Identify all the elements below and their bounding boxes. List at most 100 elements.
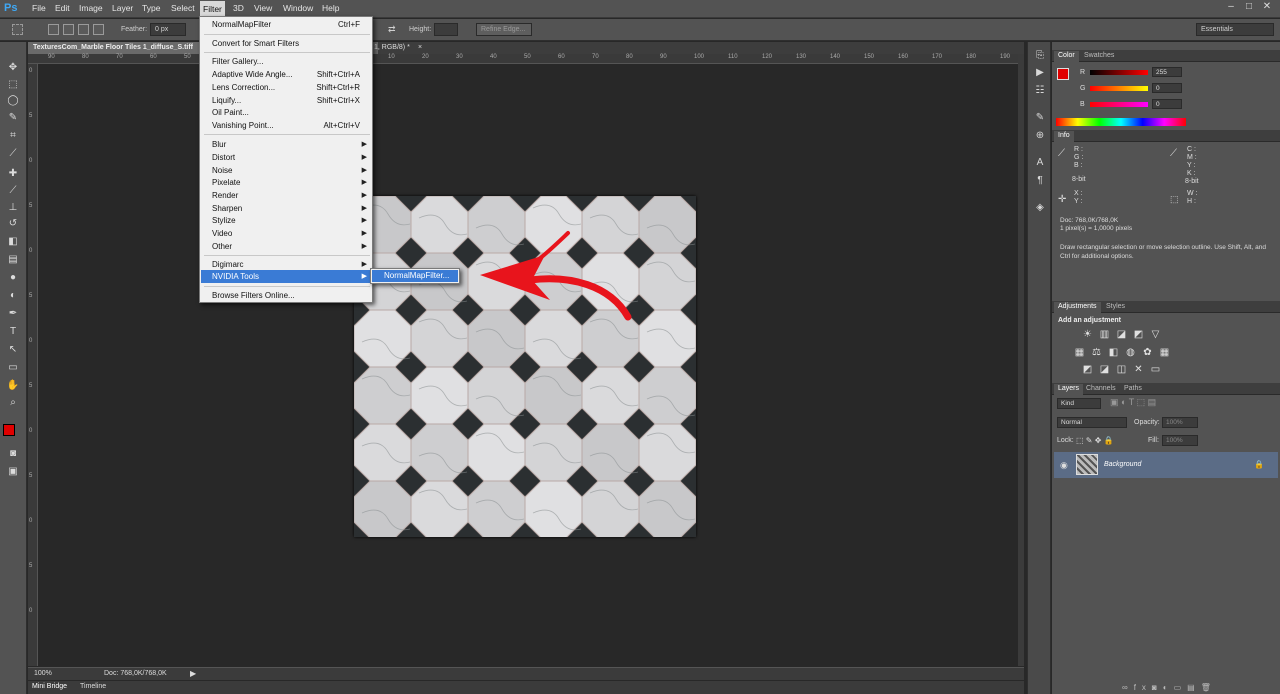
stamp-tool-icon[interactable]: ⊥: [6, 202, 20, 214]
add-selection-icon[interactable]: [63, 24, 74, 35]
levels-icon[interactable]: ▥: [1099, 329, 1110, 340]
tab-layers[interactable]: Layers: [1054, 384, 1084, 395]
eyedropper-tool-icon[interactable]: ⟋: [6, 148, 20, 160]
zoom-level[interactable]: 100%: [34, 670, 52, 677]
menu-file[interactable]: File: [32, 3, 46, 13]
menu-distort[interactable]: Distort: [212, 153, 235, 162]
opacity-input[interactable]: 100%: [1162, 417, 1198, 428]
menu-3d[interactable]: 3D: [233, 3, 244, 13]
healing-tool-icon[interactable]: ✚: [6, 168, 20, 180]
selective-color-icon[interactable]: ✕: [1133, 364, 1144, 375]
color-fg-swatch[interactable]: [1057, 68, 1069, 80]
marquee-tool-preset-icon[interactable]: [12, 24, 23, 35]
channel-r-slider[interactable]: [1090, 70, 1148, 75]
menu-help[interactable]: Help: [322, 3, 339, 13]
lock-icons[interactable]: ⬚ ✎ ✥ 🔒: [1076, 436, 1114, 445]
quick-mask-icon[interactable]: ◙: [6, 448, 20, 460]
menu-filter-gallery[interactable]: Filter Gallery...: [212, 57, 263, 66]
tab-styles[interactable]: Styles: [1102, 302, 1129, 313]
gradient-map-icon[interactable]: ▭: [1150, 364, 1161, 375]
tab-channels[interactable]: Channels: [1082, 384, 1120, 395]
fill-input[interactable]: 100%: [1162, 435, 1198, 446]
menu-convert-smart-filters[interactable]: Convert for Smart Filters: [212, 39, 299, 48]
menu-noise[interactable]: Noise: [212, 166, 232, 175]
brightness-contrast-icon[interactable]: ☀: [1082, 329, 1093, 340]
gradient-tool-icon[interactable]: ▤: [6, 254, 20, 266]
black-white-icon[interactable]: ◧: [1108, 347, 1119, 358]
posterize-icon[interactable]: ◪: [1099, 364, 1110, 375]
clone-source-icon[interactable]: ⊕: [1033, 130, 1047, 142]
tab-mini-bridge[interactable]: Mini Bridge: [32, 683, 67, 690]
history-brush-tool-icon[interactable]: ↺: [6, 218, 20, 230]
menu-render[interactable]: Render: [212, 191, 238, 200]
layer-name[interactable]: Background: [1104, 461, 1141, 468]
maximize-button[interactable]: □: [1242, 1, 1256, 15]
hand-tool-icon[interactable]: ✋: [6, 380, 20, 392]
channel-b-value[interactable]: 0: [1152, 99, 1182, 109]
status-menu-arrow-icon[interactable]: ▶: [190, 669, 196, 678]
move-tool-icon[interactable]: ✥: [6, 62, 20, 74]
screen-mode-icon[interactable]: ▣: [6, 466, 20, 478]
pen-tool-icon[interactable]: ✒: [6, 308, 20, 320]
blend-mode-select[interactable]: Normal: [1057, 417, 1127, 428]
eye-icon[interactable]: ◉: [1060, 460, 1068, 471]
tab-info[interactable]: Info: [1054, 131, 1074, 142]
menu-nvidia-tools[interactable]: NVIDIA Tools: [212, 272, 259, 281]
menu-video[interactable]: Video: [212, 229, 232, 238]
menu-type[interactable]: Type: [142, 3, 160, 13]
tab-adjustments[interactable]: Adjustments: [1054, 302, 1101, 313]
rectangle-tool-icon[interactable]: ▭: [6, 362, 20, 374]
layer-filter-icons[interactable]: ▣ ◐ T ⬚ ▤: [1110, 397, 1156, 408]
vibrance-icon[interactable]: ▽: [1150, 329, 1161, 340]
blur-tool-icon[interactable]: ●: [6, 272, 20, 284]
exposure-icon[interactable]: ◩: [1133, 329, 1144, 340]
menu-other[interactable]: Other: [212, 242, 232, 251]
channel-g-value[interactable]: 0: [1152, 83, 1182, 93]
menu-oil-paint[interactable]: Oil Paint...: [212, 108, 249, 117]
feather-input[interactable]: 0 px: [150, 23, 186, 36]
menu-blur[interactable]: Blur: [212, 140, 226, 149]
menu-last-filter[interactable]: NormalMapFilter: [212, 20, 271, 29]
menu-stylize[interactable]: Stylize: [212, 216, 236, 225]
tab-swatches[interactable]: Swatches: [1080, 51, 1118, 62]
swap-icon[interactable]: ⇄: [388, 24, 396, 35]
menu-adaptive-wide-angle[interactable]: Adaptive Wide Angle...: [212, 70, 293, 79]
crop-tool-icon[interactable]: ⌗: [6, 130, 20, 142]
menu-vanishing-point[interactable]: Vanishing Point...: [212, 121, 274, 130]
foreground-color-swatch[interactable]: [3, 424, 15, 436]
menu-sharpen[interactable]: Sharpen: [212, 204, 242, 213]
layer-footer-icons[interactable]: ∞fx◙◐▭▤🗑: [1122, 683, 1217, 692]
tab-color[interactable]: Color: [1054, 51, 1079, 62]
zoom-tool-icon[interactable]: ⌕: [6, 397, 20, 409]
menu-digimarc[interactable]: Digimarc: [212, 260, 244, 269]
menu-pixelate[interactable]: Pixelate: [212, 178, 240, 187]
refine-edge-button[interactable]: Refine Edge...: [476, 23, 532, 36]
photo-filter-icon[interactable]: ◍: [1125, 347, 1136, 358]
quick-select-tool-icon[interactable]: ✎: [6, 112, 20, 124]
height-input[interactable]: [434, 23, 458, 36]
actions-panel-icon[interactable]: ▶: [1033, 67, 1047, 79]
brush-tool-icon[interactable]: ⟋: [6, 185, 20, 197]
vertical-scrollbar[interactable]: [1018, 54, 1024, 666]
path-select-tool-icon[interactable]: ↖: [6, 344, 20, 356]
curves-icon[interactable]: ◪: [1116, 329, 1127, 340]
menu-layer[interactable]: Layer: [112, 3, 133, 13]
marquee-tool-icon[interactable]: ⬚: [6, 79, 20, 91]
lasso-tool-icon[interactable]: ◯: [6, 95, 20, 107]
tab-timeline[interactable]: Timeline: [80, 683, 106, 690]
menu-liquify[interactable]: Liquify...: [212, 96, 241, 105]
menu-filter[interactable]: Filter: [200, 1, 225, 17]
menu-edit[interactable]: Edit: [55, 3, 70, 13]
close-document-icon[interactable]: ×: [418, 44, 422, 51]
history-panel-icon[interactable]: ⎘: [1033, 50, 1047, 62]
menu-lens-correction[interactable]: Lens Correction...: [212, 83, 275, 92]
eraser-tool-icon[interactable]: ◧: [6, 236, 20, 248]
layer-filter-kind[interactable]: Kind: [1057, 398, 1101, 409]
paragraph-panel-icon[interactable]: ¶: [1033, 175, 1047, 187]
channel-b-slider[interactable]: [1090, 102, 1148, 107]
minimize-button[interactable]: –: [1224, 1, 1238, 15]
channel-g-slider[interactable]: [1090, 86, 1148, 91]
dodge-tool-icon[interactable]: ◐: [6, 290, 20, 302]
layer-row-background[interactable]: ◉ Background 🔒: [1054, 452, 1278, 478]
channel-r-value[interactable]: 255: [1152, 67, 1182, 77]
